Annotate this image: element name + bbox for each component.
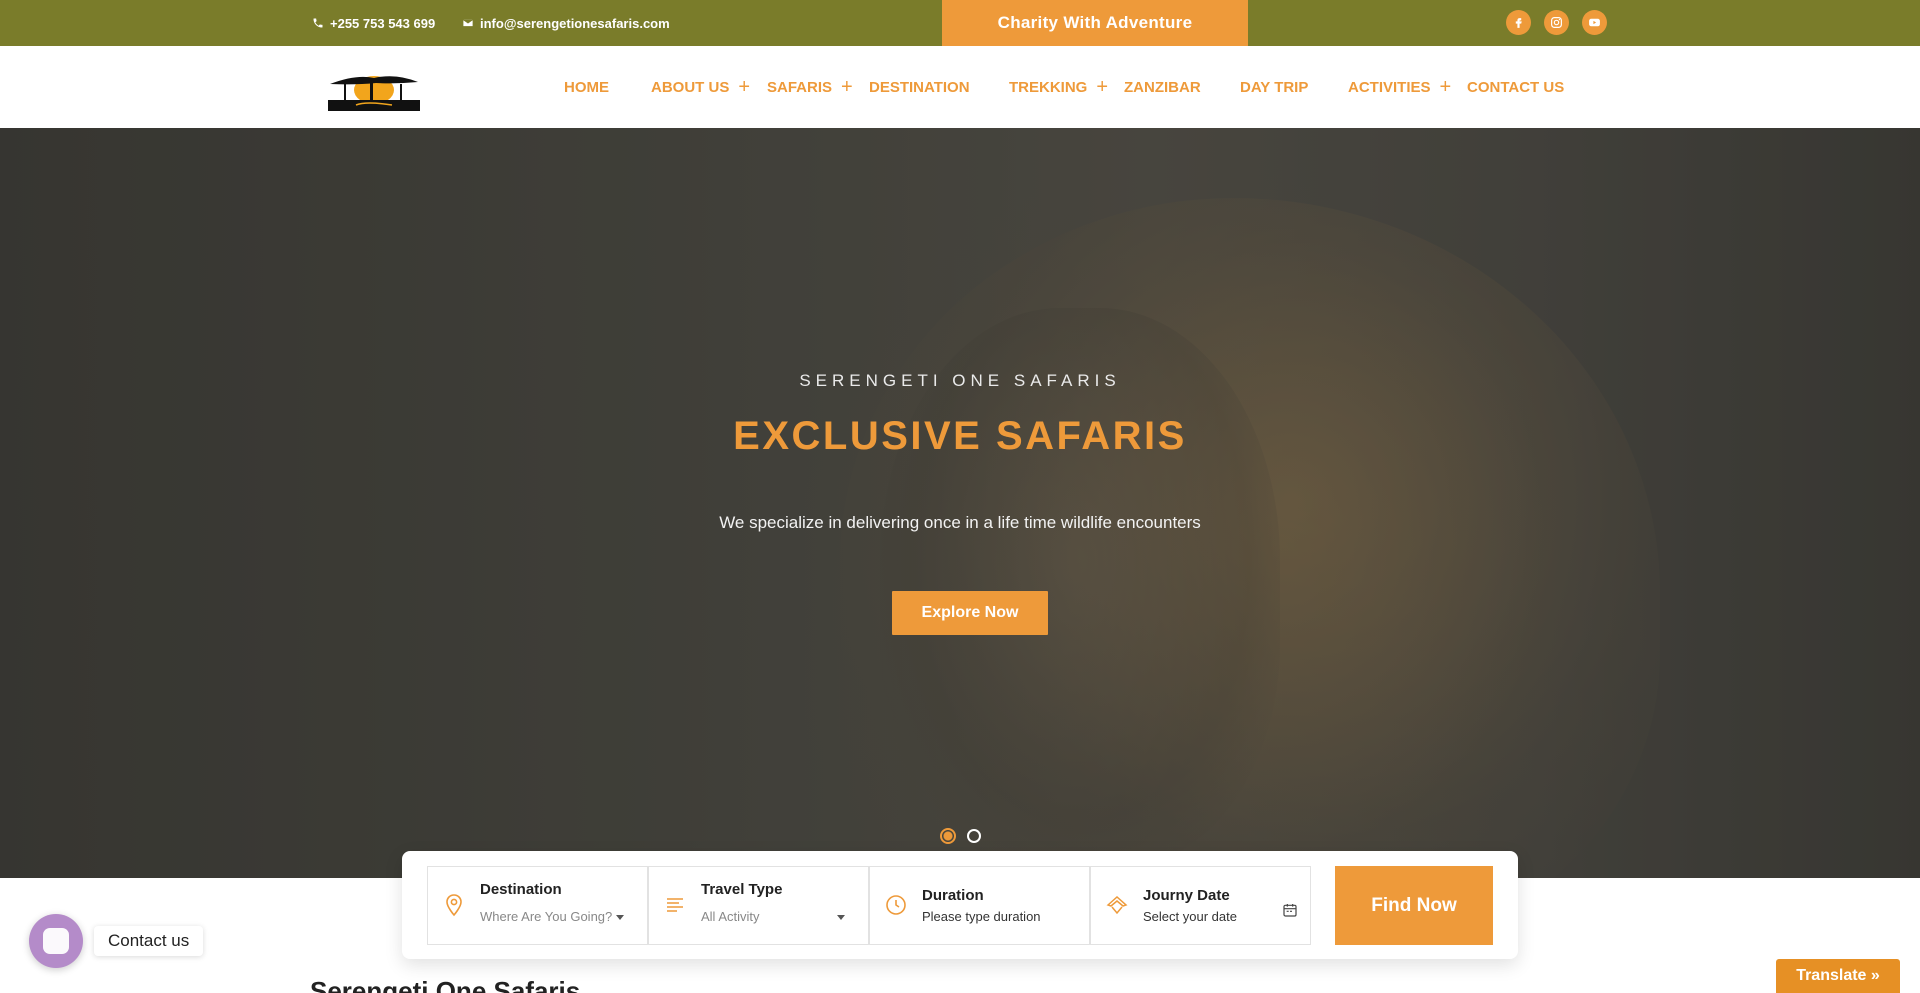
travel-type-label: Travel Type — [701, 881, 783, 898]
destination-field[interactable]: Destination Where Are You Going? — [427, 866, 648, 945]
duration-label: Duration — [922, 887, 984, 904]
nav-safaris-label: SAFARIS — [767, 78, 833, 96]
hero-headline: EXCLUSIVE SAFARIS — [733, 414, 1187, 458]
nav-contact-us[interactable]: CONTACT US — [1467, 46, 1564, 128]
chevron-down-icon — [837, 915, 845, 920]
journey-date-field[interactable]: Journy Date Select your date — [1090, 866, 1311, 945]
travel-type-select[interactable]: All Activity — [701, 909, 851, 924]
nav-destination-label: DESTINATION — [869, 78, 970, 96]
map-pin-icon — [446, 894, 462, 917]
nav-home[interactable]: HOME — [564, 46, 609, 128]
nav-day-trip[interactable]: DAY TRIP — [1240, 46, 1308, 128]
clock-icon — [886, 895, 906, 915]
duration-field[interactable]: Duration Please type duration — [869, 866, 1090, 945]
contact-chat-button[interactable] — [29, 914, 83, 968]
phone-link[interactable]: +255 753 543 699 — [312, 0, 435, 46]
destination-label: Destination — [480, 881, 562, 898]
translate-button[interactable]: Translate » — [1776, 959, 1900, 993]
nav-about-us-label: ABOUT US — [651, 78, 730, 96]
plus-icon[interactable]: + — [841, 77, 853, 97]
nav-contact-us-label: CONTACT US — [1467, 78, 1565, 96]
section-title: Serengeti One Safaris — [310, 976, 581, 993]
hero-eyebrow: SERENGETI ONE SAFARIS — [799, 371, 1121, 390]
airplane-icon — [1106, 895, 1128, 915]
instagram-icon[interactable] — [1544, 10, 1569, 35]
travel-type-field[interactable]: Travel Type All Activity — [648, 866, 869, 945]
nav-safaris[interactable]: SAFARIS + — [767, 46, 853, 128]
top-bar: +255 753 543 699 info@serengetionesafari… — [0, 0, 1920, 46]
journey-date-input[interactable]: Select your date — [1143, 909, 1293, 924]
explore-now-button[interactable]: Explore Now — [892, 591, 1048, 635]
duration-input[interactable]: Please type duration — [922, 909, 1072, 924]
plus-icon[interactable]: + — [1440, 77, 1452, 97]
nav-destination[interactable]: DESTINATION — [869, 46, 970, 128]
email-text: info@serengetionesafaris.com — [480, 15, 670, 31]
nav-zanzibar-label: ZANZIBAR — [1124, 78, 1201, 96]
list-icon — [667, 898, 683, 912]
nav-activities-label: ACTIVITIES — [1348, 78, 1431, 96]
plus-icon[interactable]: + — [738, 77, 750, 97]
hero-tagline: We specialize in delivering once in a li… — [719, 513, 1201, 532]
phone-icon — [313, 18, 323, 28]
nav-activities[interactable]: ACTIVITIES + — [1348, 46, 1451, 128]
destination-select[interactable]: Where Are You Going? — [480, 909, 630, 924]
slider-dot-1[interactable] — [940, 828, 956, 844]
chat-icon — [43, 928, 69, 954]
hero-slider: SERENGETI ONE SAFARIS EXCLUSIVE SAFARIS … — [0, 128, 1920, 878]
site-logo[interactable] — [326, 64, 422, 112]
journey-date-label: Journy Date — [1143, 887, 1230, 904]
mail-icon — [462, 19, 474, 27]
charity-button[interactable]: Charity With Adventure — [942, 0, 1248, 46]
slider-dot-2[interactable] — [967, 829, 981, 843]
nav-trekking[interactable]: TREKKING + — [1009, 46, 1108, 128]
chevron-down-icon — [616, 915, 624, 920]
nav-day-trip-label: DAY TRIP — [1240, 78, 1309, 96]
hero-content: SERENGETI ONE SAFARIS EXCLUSIVE SAFARIS … — [0, 128, 1920, 878]
nav-trekking-label: TREKKING — [1009, 78, 1088, 96]
find-now-button[interactable]: Find Now — [1335, 866, 1493, 945]
youtube-icon[interactable] — [1582, 10, 1607, 35]
email-link[interactable]: info@serengetionesafaris.com — [462, 0, 670, 46]
facebook-icon[interactable] — [1506, 10, 1531, 35]
nav-about-us[interactable]: ABOUT US + — [651, 46, 750, 128]
plus-icon[interactable]: + — [1096, 77, 1108, 97]
calendar-icon[interactable] — [1282, 902, 1298, 918]
contact-us-label[interactable]: Contact us — [94, 926, 204, 956]
tour-search-panel: Destination Where Are You Going? Travel … — [402, 851, 1518, 959]
phone-text: +255 753 543 699 — [330, 15, 436, 31]
nav-zanzibar[interactable]: ZANZIBAR — [1124, 46, 1201, 128]
nav-home-label: HOME — [564, 78, 609, 96]
main-header: HOME ABOUT US + SAFARIS + DESTINATION TREK… — [0, 46, 1920, 128]
